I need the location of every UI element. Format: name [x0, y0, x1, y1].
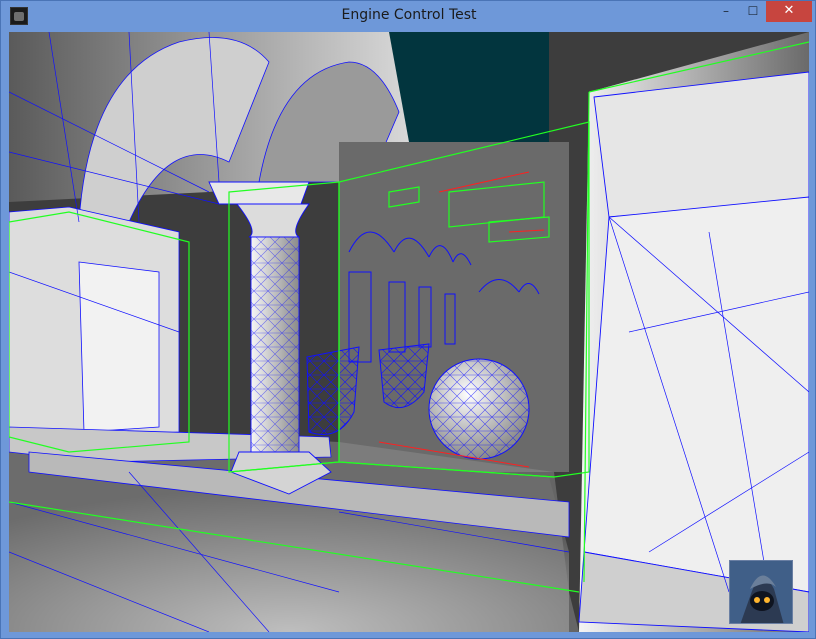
application-window: Engine Control Test – ☐ ✕ [0, 0, 816, 639]
window-title: Engine Control Test [341, 7, 477, 23]
close-button[interactable]: ✕ [766, 1, 812, 22]
minimize-button[interactable]: – [713, 1, 739, 22]
right-pillar [583, 196, 809, 593]
title-bar[interactable]: Engine Control Test – ☐ ✕ [1, 1, 816, 31]
maximize-button[interactable]: ☐ [740, 1, 766, 22]
render-viewport[interactable] [9, 32, 809, 632]
wireframe-sphere [428, 358, 530, 460]
sky-opening [389, 32, 549, 147]
scene-render [9, 32, 809, 632]
wizard-avatar-icon[interactable] [729, 560, 793, 624]
